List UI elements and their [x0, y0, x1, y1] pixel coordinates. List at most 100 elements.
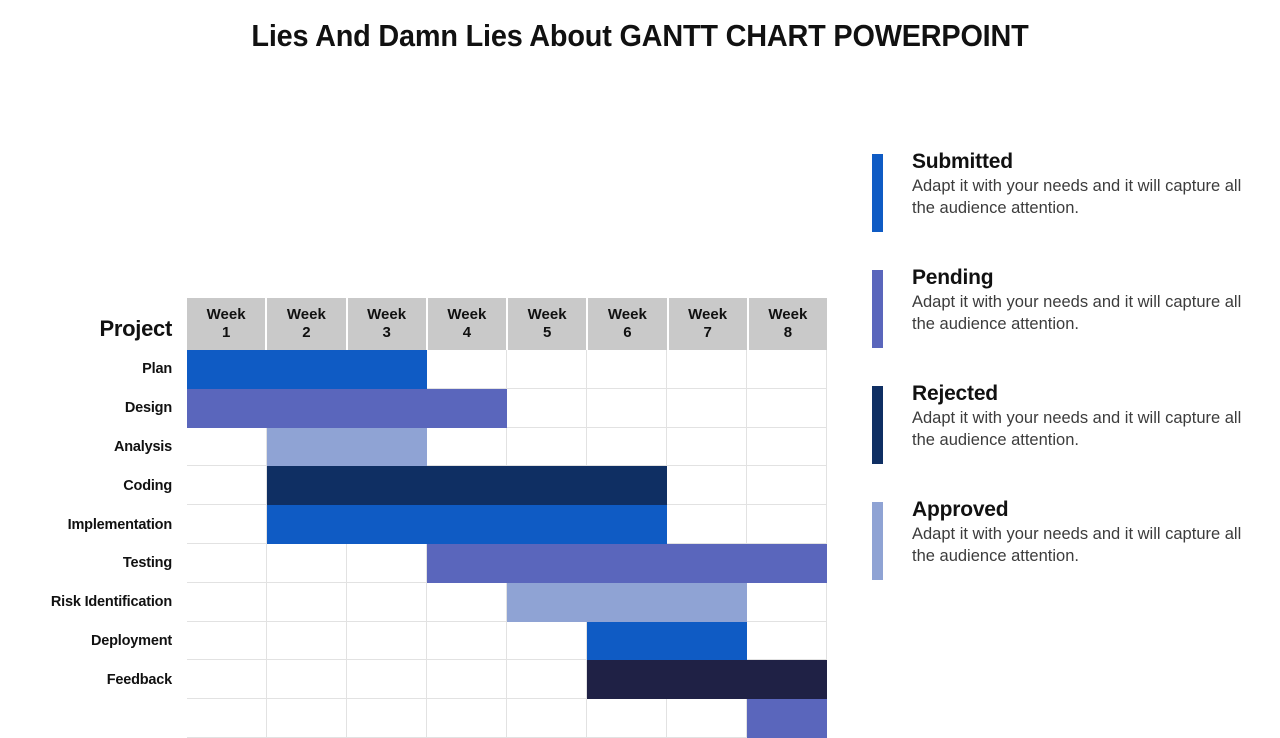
- gantt-cell: [347, 582, 427, 621]
- gantt-cell: [427, 350, 507, 388]
- gantt-cell: [507, 621, 587, 660]
- week-header-label: Week: [688, 306, 728, 324]
- gantt-cell: [187, 427, 267, 466]
- gantt-cell: [187, 543, 267, 582]
- week-header-number: 1: [221, 324, 231, 341]
- page-title: Lies And Damn Lies About GANTT CHART POW…: [251, 18, 1029, 53]
- gantt-row: [187, 582, 827, 622]
- gantt-cell: [587, 427, 667, 466]
- gantt-cell: [747, 427, 827, 466]
- gantt-cell: [347, 660, 427, 699]
- task-label-column: Plan Design Analysis Coding Implementation Te…: [0, 350, 172, 738]
- week-header-cell-2: Week 2: [267, 298, 348, 350]
- gantt-row: [187, 699, 827, 738]
- gantt-bar[interactable]: [267, 427, 427, 467]
- gantt-cell: [667, 350, 747, 388]
- gantt-cell: [187, 660, 267, 699]
- gantt-bar[interactable]: [267, 466, 667, 506]
- gantt-cell: [267, 660, 347, 699]
- legend-swatch-icon: [872, 502, 883, 580]
- gantt-row: [187, 543, 827, 583]
- legend-item-rejected[interactable]: Rejected Adapt it with your needs and it …: [872, 382, 1262, 477]
- week-header-cell-3: Week 3: [347, 298, 428, 350]
- gantt-cell: [187, 582, 267, 621]
- gantt-cell: [267, 699, 347, 737]
- legend-title: Rejected: [912, 382, 998, 405]
- week-header-number: 8: [783, 324, 793, 341]
- legend-swatch-icon: [872, 386, 883, 464]
- week-header-label: Week: [768, 306, 808, 324]
- gantt-cell: [747, 621, 827, 660]
- legend-item-approved[interactable]: Approved Adapt it with your needs and it …: [872, 498, 1262, 593]
- week-header-label: Week: [527, 306, 567, 324]
- gantt-cell: [667, 427, 747, 466]
- gantt-row: [187, 466, 827, 506]
- gantt-cell: [747, 505, 827, 543]
- task-label-coding: Coding: [123, 477, 172, 494]
- gantt-cell: [427, 582, 507, 621]
- legend-title: Approved: [912, 498, 1009, 521]
- week-header-cell-8: Week 8: [748, 298, 827, 350]
- gantt-cell: [507, 660, 587, 699]
- week-header-label: Week: [206, 306, 246, 324]
- gantt-bar[interactable]: [267, 505, 667, 544]
- legend-item-pending[interactable]: Pending Adapt it with your needs and it w…: [872, 266, 1262, 361]
- gantt-bar[interactable]: [587, 621, 747, 661]
- gantt-cell: [507, 388, 587, 427]
- gantt-bar[interactable]: [507, 582, 747, 622]
- gantt-cell: [587, 388, 667, 427]
- gantt-row: [187, 621, 827, 661]
- gantt-bar[interactable]: [187, 388, 507, 428]
- gantt-cell: [507, 699, 587, 737]
- week-header-cell-5: Week 5: [508, 298, 589, 350]
- project-axis-label: Project: [99, 316, 173, 341]
- gantt-bar[interactable]: [587, 660, 827, 700]
- week-header-number: 5: [542, 324, 552, 341]
- gantt-bar[interactable]: [427, 543, 827, 583]
- week-header-cell-4: Week 4: [427, 298, 508, 350]
- legend-description: Adapt it with your needs and it will cap…: [912, 525, 1242, 565]
- gantt-cell: [587, 350, 667, 388]
- week-header-number: 6: [623, 324, 632, 341]
- gantt-cell: [427, 427, 507, 466]
- gantt-cell: [747, 466, 827, 505]
- gantt-row: [187, 388, 827, 428]
- gantt-cell: [187, 621, 267, 660]
- task-label-empty: [0, 699, 172, 738]
- gantt-cell: [747, 582, 827, 621]
- legend-description: Adapt it with your needs and it will cap…: [912, 293, 1242, 333]
- gantt-bar[interactable]: [187, 350, 427, 389]
- week-header-label: Week: [367, 306, 407, 324]
- gantt-cell: [667, 388, 747, 427]
- gantt-cell: [587, 699, 667, 737]
- legend-description: Adapt it with your needs and it will cap…: [912, 177, 1242, 217]
- gantt-cell: [747, 388, 827, 427]
- legend-description: Adapt it with your needs and it will cap…: [912, 409, 1242, 449]
- gantt-cell: [507, 350, 587, 388]
- gantt-bar[interactable]: [747, 699, 827, 738]
- gantt-cell: [427, 699, 507, 737]
- task-label-testing: Testing: [122, 555, 172, 572]
- week-header-row: Week 1 Week 2 Week 3 Week 4 Week 5 Week 6 Week 7 Week 8: [187, 298, 827, 350]
- gantt-cell: [667, 466, 747, 505]
- legend: Submitted Adapt it with your needs and it…: [872, 150, 1262, 614]
- gantt-row: [187, 350, 827, 389]
- gantt-cell: [267, 543, 347, 582]
- gantt-cell: [427, 621, 507, 660]
- week-header-cell-1: Week 1: [187, 298, 268, 350]
- gantt-cell: [507, 427, 587, 466]
- legend-title: Pending: [912, 266, 994, 289]
- week-header-cell-7: Week 7: [668, 298, 749, 350]
- gantt-cell: [427, 660, 507, 699]
- legend-swatch-icon: [872, 270, 883, 348]
- legend-title: Submitted: [912, 150, 1013, 173]
- task-label-feedback: Feedback: [106, 671, 172, 688]
- legend-swatch-icon: [872, 154, 883, 232]
- gantt-row: [187, 427, 827, 467]
- week-header-number: 2: [302, 324, 311, 341]
- gantt-cell: [667, 505, 747, 543]
- week-header-number: 3: [382, 324, 391, 341]
- week-header-label: Week: [286, 306, 326, 324]
- legend-item-submitted[interactable]: Submitted Adapt it with your needs and it…: [872, 150, 1262, 245]
- gantt-cell: [267, 582, 347, 621]
